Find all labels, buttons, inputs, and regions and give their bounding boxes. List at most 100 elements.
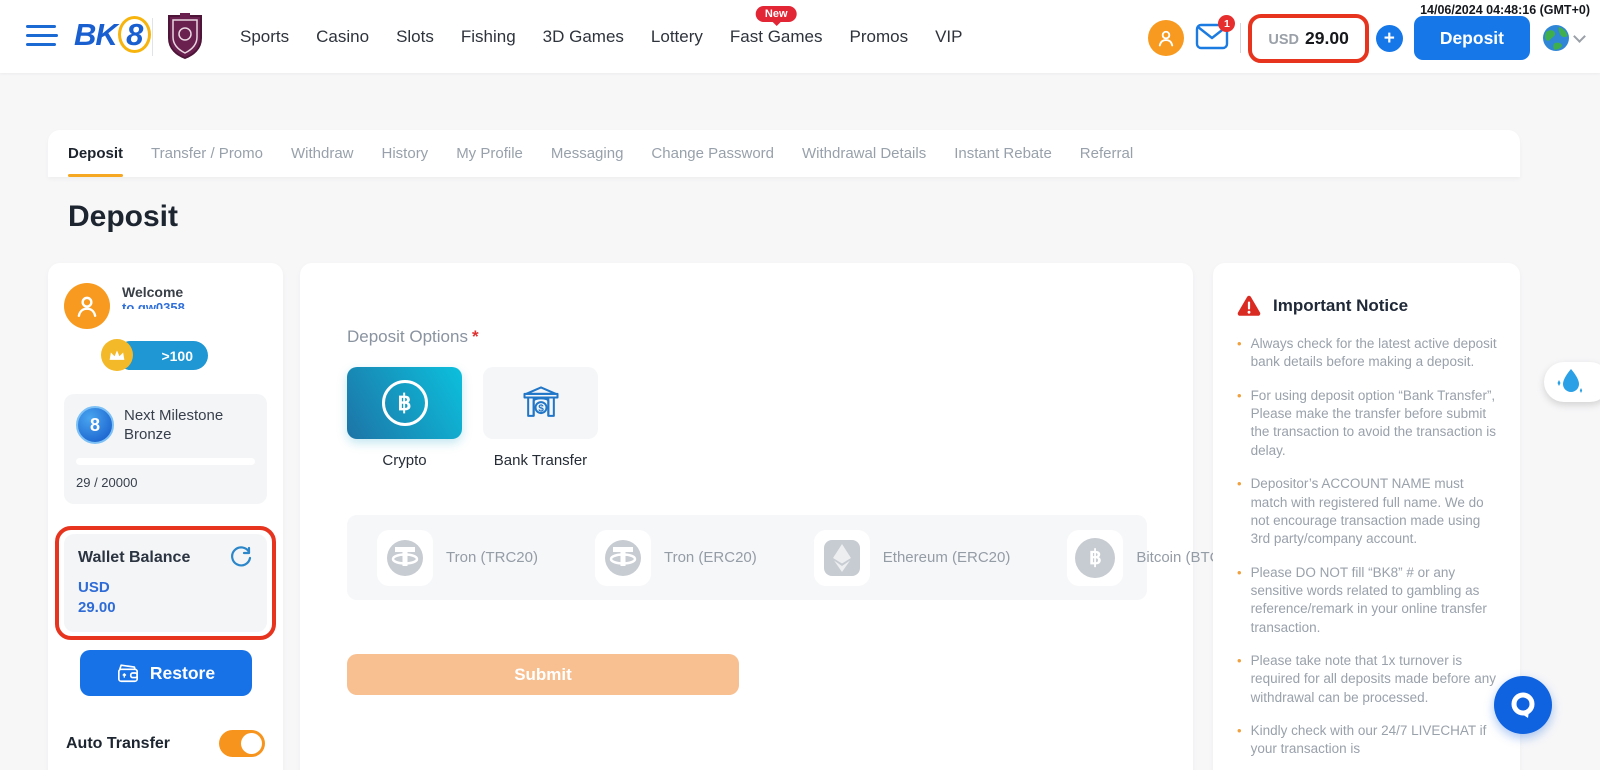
- nav-item-slots[interactable]: Slots: [396, 27, 434, 47]
- crypto-option-tron-erc20[interactable]: Tron (ERC20): [595, 530, 757, 586]
- crown-icon: [101, 339, 133, 371]
- tab-withdrawal-details[interactable]: Withdrawal Details: [802, 130, 926, 177]
- tab-deposit[interactable]: Deposit: [68, 130, 123, 177]
- notice-list: •Always check for the latest active depo…: [1237, 335, 1498, 759]
- vip-badge-value: >100: [161, 348, 193, 364]
- tab-messaging[interactable]: Messaging: [551, 130, 624, 177]
- chevron-down-icon: [1573, 30, 1586, 43]
- account-tab-bar: Deposit Transfer / Promo Withdraw Histor…: [48, 130, 1520, 177]
- auto-transfer-row: Auto Transfer: [64, 730, 267, 757]
- notice-item: •Always check for the latest active depo…: [1237, 335, 1498, 372]
- nav-item-fast-games[interactable]: New Fast Games: [730, 27, 823, 47]
- nav-item-sports[interactable]: Sports: [240, 27, 289, 47]
- bullet-icon: •: [1237, 335, 1242, 372]
- auto-transfer-toggle[interactable]: [219, 730, 265, 757]
- new-badge: New: [756, 6, 797, 22]
- tab-referral[interactable]: Referral: [1080, 130, 1133, 177]
- crypto-option-bitcoin-btc[interactable]: ฿ Bitcoin (BTC): [1067, 530, 1225, 586]
- notice-title: Important Notice: [1273, 296, 1408, 316]
- logo-bk-text: BK: [74, 17, 117, 53]
- bitcoin-icon: ฿: [382, 380, 428, 426]
- balance-amount: 29.00: [1305, 28, 1349, 49]
- club-crest-icon: [166, 12, 204, 60]
- mail-icon[interactable]: 1: [1195, 23, 1229, 53]
- hamburger-menu-icon[interactable]: [26, 25, 58, 49]
- tab-withdraw[interactable]: Withdraw: [291, 130, 354, 177]
- nav-item-lottery[interactable]: Lottery: [651, 27, 703, 47]
- milestone-coin-icon: 8: [76, 406, 114, 444]
- bullet-icon: •: [1237, 652, 1242, 707]
- auto-transfer-label: Auto Transfer: [66, 735, 170, 753]
- notice-item: •Depositor’s ACCOUNT NAME must match wit…: [1237, 475, 1498, 548]
- user-avatar-icon[interactable]: [1148, 20, 1184, 56]
- notice-item: •Please DO NOT fill “BK8” # or any sensi…: [1237, 564, 1498, 637]
- tab-change-password[interactable]: Change Password: [651, 130, 774, 177]
- refresh-icon[interactable]: [229, 546, 253, 570]
- nav-item-vip[interactable]: VIP: [935, 27, 962, 47]
- tether-icon: [603, 538, 643, 578]
- notice-item: •Kindly check with our 24/7 LIVECHAT if …: [1237, 722, 1498, 759]
- submit-button[interactable]: Submit: [347, 654, 739, 695]
- vip-level-badge[interactable]: >100: [116, 341, 208, 370]
- water-drop-icon: [1554, 366, 1588, 398]
- deposit-form-card: Deposit Options* ฿ Crypto $ Bank Tra: [300, 263, 1193, 770]
- welcome-label: Welcome: [122, 285, 185, 300]
- logo-divider: [152, 18, 153, 56]
- crypto-option-tron-trc20[interactable]: Tron (TRC20): [377, 530, 538, 586]
- page-title: Deposit: [68, 200, 178, 234]
- balance-currency: USD: [1268, 32, 1299, 48]
- header-deposit-button[interactable]: Deposit: [1414, 16, 1530, 60]
- wallet-balance-header[interactable]: USD 29.00: [1252, 18, 1364, 59]
- tab-history[interactable]: History: [382, 130, 429, 177]
- bullet-icon: •: [1237, 722, 1242, 759]
- add-funds-button[interactable]: +: [1376, 25, 1403, 52]
- notice-item: •For using deposit option “Bank Transfer…: [1237, 387, 1498, 460]
- nav-item-3d-games[interactable]: 3D Games: [543, 27, 624, 47]
- crypto-option-ethereum-erc20[interactable]: Ethereum (ERC20): [814, 530, 1011, 586]
- bitcoin-gray-icon: ฿: [1075, 538, 1115, 578]
- deposit-option-bank-transfer[interactable]: $ Bank Transfer: [483, 367, 598, 469]
- milestone-progress-text: 29 / 20000: [76, 475, 255, 490]
- header-divider: [1240, 23, 1241, 53]
- top-header: BK8 Sports Casino Slots Fishing 3D Games…: [0, 0, 1600, 73]
- wallet-icon: [116, 662, 140, 684]
- wallet-balance-label: Wallet Balance: [78, 549, 190, 567]
- wallet-amount: 29.00: [78, 598, 253, 618]
- livechat-button[interactable]: [1494, 676, 1552, 734]
- milestone-progress-bar: [76, 458, 255, 465]
- ethereum-icon: [822, 538, 862, 578]
- warning-icon: [1237, 295, 1261, 317]
- main-navigation: Sports Casino Slots Fishing 3D Games Lot…: [240, 0, 962, 73]
- nav-item-promos[interactable]: Promos: [850, 27, 909, 47]
- datetime-display: 14/06/2024 04:48:16 (GMT+0): [1420, 3, 1590, 17]
- language-selector[interactable]: [1541, 23, 1584, 53]
- milestone-level: Bronze: [124, 425, 223, 444]
- chat-bubble-icon: [1508, 690, 1538, 720]
- tether-icon: [385, 538, 425, 578]
- nav-item-fishing[interactable]: Fishing: [461, 27, 516, 47]
- bullet-icon: •: [1237, 387, 1242, 460]
- bullet-icon: •: [1237, 475, 1242, 548]
- header-right-cluster: 1 USD 29.00 + Deposit: [1148, 16, 1584, 60]
- tab-transfer-promo[interactable]: Transfer / Promo: [151, 130, 263, 177]
- milestone-title: Next Milestone Bronze: [124, 406, 223, 444]
- tab-instant-rebate[interactable]: Instant Rebate: [954, 130, 1052, 177]
- deposit-option-crypto[interactable]: ฿ Crypto: [347, 367, 462, 469]
- promo-float-button[interactable]: [1544, 362, 1600, 402]
- milestone-card: 8 Next Milestone Bronze 29 / 20000: [64, 394, 267, 504]
- bank-icon: $: [519, 381, 563, 425]
- important-notice-card: Important Notice •Always check for the l…: [1213, 263, 1520, 770]
- welcome-row: Welcome to gw0358: [64, 283, 267, 329]
- globe-icon: [1541, 23, 1571, 53]
- sidebar-avatar-icon[interactable]: [64, 283, 110, 329]
- svg-text:$: $: [538, 403, 544, 414]
- logo-8-text: 8: [118, 16, 151, 53]
- required-asterisk: *: [472, 327, 479, 346]
- restore-button[interactable]: Restore: [80, 650, 252, 696]
- deposit-options-row: ฿ Crypto $ Bank Transfer: [347, 367, 1146, 469]
- tab-my-profile[interactable]: My Profile: [456, 130, 523, 177]
- deposit-options-label: Deposit Options*: [347, 327, 1146, 347]
- nav-item-casino[interactable]: Casino: [316, 27, 369, 47]
- crypto-currency-bar: Tron (TRC20) Tron (ERC20) E: [347, 515, 1147, 600]
- bk8-logo[interactable]: BK8: [74, 16, 151, 53]
